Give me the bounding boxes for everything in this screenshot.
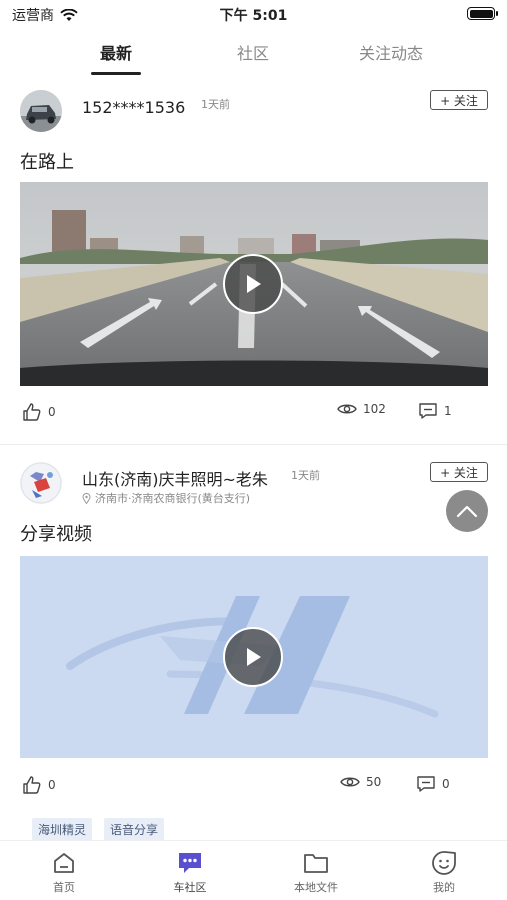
avatar[interactable]: [20, 90, 62, 132]
scroll-to-top-button[interactable]: [446, 490, 488, 532]
like-button[interactable]: 0: [22, 775, 56, 795]
nav-community[interactable]: 车社区: [150, 849, 230, 895]
thumbs-up-icon: [23, 776, 41, 794]
comment-count: 0: [442, 777, 450, 791]
username[interactable]: 山东(济南)庆丰照明~老朱: [82, 466, 268, 490]
screen: 运营商 下午 5:01 最新 社区 关注动态 152****1536 1天前 +…: [0, 0, 507, 900]
status-bar: 运营商 下午 5:01: [0, 0, 507, 28]
nav-me[interactable]: 我的: [404, 849, 484, 895]
eye-icon: [337, 404, 357, 414]
post-time: 1天前: [291, 469, 320, 482]
folder-icon: [304, 854, 328, 873]
nav-local-files[interactable]: 本地文件: [276, 849, 356, 895]
view-count: 102: [363, 402, 386, 416]
nav-home[interactable]: 首页: [24, 849, 104, 895]
location-text: 济南市·济南农商银行(黄台支行): [95, 492, 251, 505]
nav-local-files-label: 本地文件: [294, 881, 338, 894]
post-title: 在路上: [20, 152, 74, 173]
like-button[interactable]: 0: [22, 402, 56, 422]
post-location: 济南市·济南农商银行(黄台支行): [82, 490, 250, 506]
home-icon: [54, 853, 74, 873]
play-icon: [247, 648, 261, 666]
nav-home-label: 首页: [53, 881, 75, 894]
comment-button[interactable]: 1: [418, 402, 452, 420]
play-button[interactable]: [223, 627, 283, 687]
view-count: 50: [366, 775, 382, 789]
follow-button[interactable]: + 关注: [430, 90, 488, 110]
avatar[interactable]: [20, 462, 62, 504]
post-stats: 0 50 0: [0, 775, 507, 799]
tag-chip[interactable]: 语音分享: [104, 818, 165, 841]
nav-me-label: 我的: [433, 881, 455, 894]
clock: 下午 5:01: [219, 8, 288, 24]
follow-button[interactable]: + 关注: [430, 462, 488, 482]
tab-community[interactable]: 社区: [228, 40, 278, 64]
post-stats: 0 102 1: [0, 402, 507, 426]
view-count-group: 50: [340, 775, 381, 789]
like-count: 0: [48, 778, 56, 792]
thumbs-up-icon: [23, 403, 41, 421]
play-button[interactable]: [223, 254, 283, 314]
chevron-up-icon: [456, 505, 478, 518]
nav-community-label: 车社区: [173, 881, 207, 894]
divider: [0, 444, 507, 445]
comment-button[interactable]: 0: [416, 775, 450, 793]
like-count: 0: [48, 405, 56, 419]
view-count-group: 102: [337, 402, 386, 416]
video-player[interactable]: [20, 182, 488, 386]
post-tags: 海圳精灵 语音分享: [32, 818, 165, 841]
active-tab-indicator: [91, 72, 141, 75]
play-icon: [247, 275, 261, 293]
chat-icon: [179, 853, 201, 873]
logo-avatar: [20, 462, 62, 504]
location-pin-icon: [82, 492, 91, 504]
tab-following[interactable]: 关注动态: [348, 40, 434, 64]
bottom-nav: 首页 车社区 本地文件 我的: [0, 840, 507, 900]
battery-icon: [467, 7, 498, 20]
post-title: 分享视频: [20, 524, 92, 545]
username[interactable]: 152****1536: [82, 98, 185, 117]
tab-latest[interactable]: 最新: [91, 40, 141, 64]
tag-chip[interactable]: 海圳精灵: [32, 818, 93, 841]
smile-icon: [432, 851, 456, 875]
comment-icon: [419, 403, 437, 419]
feed-tabs: 最新 社区 关注动态: [0, 32, 507, 76]
video-player[interactable]: [20, 556, 488, 758]
eye-icon: [340, 777, 360, 787]
post-time: 1天前: [201, 98, 230, 111]
comment-icon: [417, 776, 435, 792]
car-photo-avatar: [20, 90, 62, 132]
comment-count: 1: [444, 404, 452, 418]
